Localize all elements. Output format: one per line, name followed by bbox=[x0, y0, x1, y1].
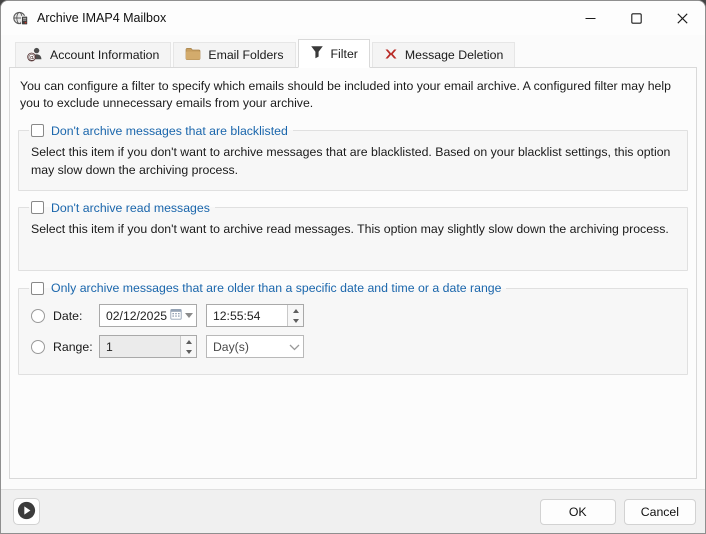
archive-imap4-mailbox-dialog: Archive IMAP4 Mailbox @ A bbox=[0, 0, 706, 534]
range-spin-down-icon[interactable] bbox=[181, 347, 196, 358]
minimize-button[interactable] bbox=[567, 1, 613, 35]
date-radio[interactable] bbox=[31, 309, 45, 323]
maximize-button[interactable] bbox=[613, 1, 659, 35]
range-radio[interactable] bbox=[31, 340, 45, 354]
window-controls bbox=[567, 1, 705, 35]
date-radio-label: Date: bbox=[53, 309, 99, 323]
older-than-checkbox-label[interactable]: Only archive messages that are older tha… bbox=[51, 281, 501, 295]
start-archiving-button[interactable] bbox=[13, 498, 40, 525]
range-number-field[interactable]: 1 bbox=[99, 335, 197, 358]
svg-text:@: @ bbox=[28, 53, 35, 61]
group-blacklisted-legend: Don't archive messages that are blacklis… bbox=[29, 124, 293, 138]
range-spin-up-icon[interactable] bbox=[181, 336, 196, 347]
blacklisted-description: Select this item if you don't want to ar… bbox=[29, 140, 677, 182]
footer-bar: OK Cancel bbox=[1, 489, 705, 533]
read-messages-checkbox-label[interactable]: Don't archive read messages bbox=[51, 201, 210, 215]
intro-text: You can configure a filter to specify wh… bbox=[10, 68, 696, 121]
time-spin-down-icon[interactable] bbox=[288, 316, 303, 327]
dialog-buttons: OK Cancel bbox=[540, 499, 696, 525]
calendar-icon bbox=[170, 308, 182, 323]
date-value: 02/12/2025 bbox=[100, 309, 167, 323]
range-option-row: Range: 1 Day(s) bbox=[31, 335, 677, 358]
cancel-button[interactable]: Cancel bbox=[624, 499, 696, 525]
close-button[interactable] bbox=[659, 1, 705, 35]
group-older-than-legend: Only archive messages that are older tha… bbox=[29, 281, 506, 295]
folder-icon bbox=[185, 47, 201, 64]
time-value: 12:55:54 bbox=[207, 309, 260, 323]
window-title: Archive IMAP4 Mailbox bbox=[37, 11, 166, 25]
tab-message-deletion[interactable]: Message Deletion bbox=[372, 42, 515, 67]
read-messages-description: Select this item if you don't want to ar… bbox=[29, 217, 677, 241]
group-read-messages-legend: Don't archive read messages bbox=[29, 201, 215, 215]
blacklisted-checkbox-label[interactable]: Don't archive messages that are blacklis… bbox=[51, 124, 288, 138]
account-at-icon: @ bbox=[27, 46, 43, 65]
older-than-checkbox[interactable] bbox=[31, 282, 44, 295]
tab-label: Account Information bbox=[50, 48, 159, 62]
date-dropdown-arrow-icon[interactable] bbox=[185, 313, 193, 318]
range-unit-value: Day(s) bbox=[207, 340, 249, 354]
group-blacklisted: Don't archive messages that are blacklis… bbox=[18, 124, 688, 191]
filter-funnel-icon bbox=[310, 45, 324, 62]
tab-label: Message Deletion bbox=[405, 48, 503, 62]
ok-button[interactable]: OK bbox=[540, 499, 616, 525]
tab-account-information[interactable]: @ Account Information bbox=[15, 42, 171, 67]
mailbox-globe-icon bbox=[12, 10, 29, 27]
range-value: 1 bbox=[100, 340, 113, 354]
tab-strip: @ Account Information Email Folders Filt… bbox=[1, 35, 705, 67]
filter-tab-panel: You can configure a filter to specify wh… bbox=[9, 67, 697, 479]
date-option-row: Date: 02/12/2025 bbox=[31, 304, 677, 327]
range-spinner bbox=[180, 336, 196, 357]
time-spin-up-icon[interactable] bbox=[288, 305, 303, 316]
titlebar: Archive IMAP4 Mailbox bbox=[1, 1, 705, 35]
date-picker-field[interactable]: 02/12/2025 bbox=[99, 304, 197, 327]
read-messages-checkbox[interactable] bbox=[31, 201, 44, 214]
blacklisted-checkbox[interactable] bbox=[31, 124, 44, 137]
range-radio-label: Range: bbox=[53, 340, 99, 354]
group-read-messages: Don't archive read messages Select this … bbox=[18, 201, 688, 272]
time-spinner bbox=[287, 305, 303, 326]
tab-email-folders[interactable]: Email Folders bbox=[173, 42, 295, 67]
play-circle-icon bbox=[17, 501, 36, 523]
red-x-icon bbox=[384, 47, 398, 64]
time-field[interactable]: 12:55:54 bbox=[206, 304, 304, 327]
tab-filter[interactable]: Filter bbox=[298, 39, 370, 68]
range-unit-select[interactable]: Day(s) bbox=[206, 335, 304, 358]
tab-label: Email Folders bbox=[208, 48, 283, 62]
chevron-down-icon bbox=[289, 340, 300, 354]
group-older-than: Only archive messages that are older tha… bbox=[18, 281, 688, 375]
tab-label: Filter bbox=[331, 47, 358, 61]
